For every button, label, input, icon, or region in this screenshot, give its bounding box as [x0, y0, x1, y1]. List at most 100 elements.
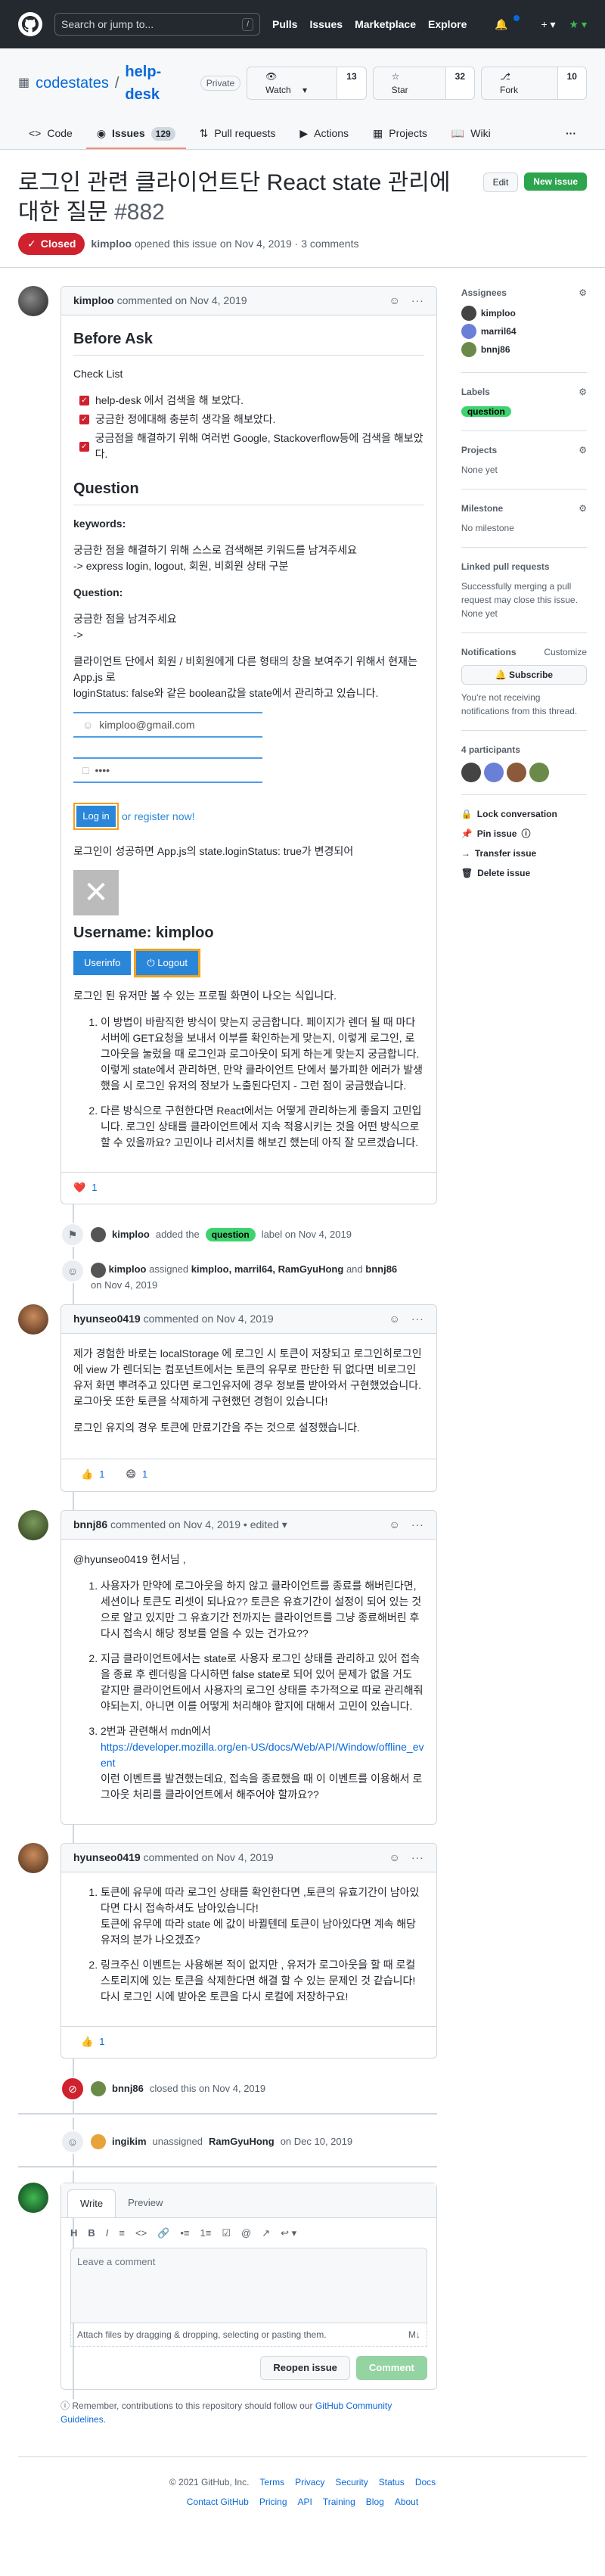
tab-pull-requests[interactable]: ⇅ Pull requests — [189, 120, 287, 149]
code-icon[interactable]: <> — [135, 2226, 147, 2241]
gear-icon[interactable]: ⚙ — [579, 502, 587, 515]
footer-link[interactable]: Status — [379, 2475, 405, 2489]
issue-author[interactable]: kimploo — [91, 238, 132, 250]
event-actor[interactable]: kimploo — [109, 1263, 147, 1275]
kebab-icon[interactable]: ··· — [411, 293, 424, 309]
mention-icon[interactable]: @ — [241, 2226, 251, 2241]
star-count[interactable]: 32 — [445, 67, 475, 99]
footer-link[interactable]: Terms — [259, 2475, 284, 2489]
delete-issue-link[interactable]: 🗑 Delete issue — [461, 866, 587, 880]
watch-button[interactable]: 👁 Watch ▾ 13 — [247, 67, 367, 100]
attach-files-area[interactable]: Attach files by dragging & dropping, sel… — [70, 2323, 427, 2348]
event-actor[interactable]: kimploo — [112, 1227, 150, 1242]
tab-write[interactable]: Write — [67, 2189, 116, 2217]
bold-icon[interactable]: B — [88, 2226, 95, 2241]
avatar[interactable] — [18, 286, 48, 316]
footer-link[interactable]: Contact GitHub — [187, 2495, 249, 2509]
footer-link[interactable]: Training — [323, 2495, 355, 2509]
event-assignees[interactable]: kimploo, marril64, RamGyuHong — [191, 1263, 344, 1275]
footer-link[interactable]: About — [395, 2495, 418, 2509]
transfer-issue-link[interactable]: → Transfer issue — [461, 847, 587, 860]
reaction-thumbs-up[interactable]: 👍 1 — [73, 2034, 112, 2049]
comment-author[interactable]: bnnj86 — [73, 1518, 107, 1530]
event-target[interactable]: RamGyuHong — [209, 2134, 275, 2149]
kebab-icon[interactable]: ··· — [411, 1850, 424, 1866]
nav-explore[interactable]: Explore — [428, 17, 467, 33]
gear-icon[interactable]: ⚙ — [579, 286, 587, 300]
smiley-icon[interactable]: ☺ — [389, 1850, 401, 1866]
reply-icon[interactable]: ↩ ▾ — [281, 2226, 296, 2241]
tab-preview[interactable]: Preview — [116, 2189, 175, 2217]
lock-conversation-link[interactable]: 🔒 Lock conversation — [461, 807, 587, 821]
reopen-issue-button[interactable]: Reopen issue — [260, 2356, 350, 2380]
event-actor[interactable]: bnnj86 — [112, 2081, 144, 2096]
avatar[interactable] — [91, 2134, 106, 2150]
link-icon[interactable]: 🔗 — [157, 2226, 169, 2241]
reaction-thumbs-up[interactable]: 👍 1 — [73, 1467, 112, 1482]
event-actor[interactable]: ingikim — [112, 2134, 147, 2149]
comment-author[interactable]: hyunseo0419 — [73, 1851, 141, 1863]
gear-icon[interactable]: ⚙ — [579, 385, 587, 399]
task-list-icon[interactable]: ☑ — [222, 2226, 231, 2241]
event-assignee-last[interactable]: bnnj86 — [365, 1263, 397, 1275]
github-logo-icon[interactable] — [18, 12, 42, 36]
tab-wiki[interactable]: 📖 Wiki — [441, 120, 501, 149]
smiley-icon[interactable]: ☺ — [389, 1311, 401, 1327]
reaction-heart[interactable]: ❤️ 1 — [73, 1180, 97, 1195]
gear-icon[interactable]: ⚙ — [579, 443, 587, 457]
smiley-icon[interactable]: ☺ — [389, 1517, 401, 1533]
footer-link[interactable]: Docs — [415, 2475, 436, 2489]
nav-issues[interactable]: Issues — [309, 17, 343, 33]
watch-count[interactable]: 13 — [337, 67, 366, 99]
chevron-down-icon[interactable]: ▾ — [282, 1518, 287, 1530]
assignee[interactable]: marril64 — [461, 324, 587, 339]
kebab-icon[interactable]: ··· — [411, 1517, 424, 1533]
comment-author[interactable]: hyunseo0419 — [73, 1313, 141, 1325]
quote-icon[interactable]: ≡ — [119, 2226, 125, 2241]
footer-link[interactable]: Security — [335, 2475, 368, 2489]
edit-title-button[interactable]: Edit — [482, 172, 519, 192]
avatar[interactable] — [18, 1304, 48, 1335]
reaction-smile[interactable]: 😄 1 — [118, 1467, 155, 1482]
ordered-list-icon[interactable]: 1≡ — [200, 2226, 212, 2241]
italic-icon[interactable]: I — [106, 2226, 109, 2241]
tab-code[interactable]: <> Code — [18, 120, 83, 149]
fork-count[interactable]: 10 — [557, 67, 586, 99]
footer-link[interactable]: API — [298, 2495, 312, 2509]
avatar[interactable] — [483, 763, 504, 782]
reference-icon[interactable]: ↗ — [262, 2226, 270, 2241]
avatar[interactable] — [91, 1262, 106, 1278]
bell-icon[interactable]: 🔔 — [495, 17, 507, 33]
search-input[interactable]: Search or jump to... / — [54, 13, 260, 36]
tab-issues[interactable]: ◉ Issues 129 — [85, 120, 186, 149]
footer-link[interactable]: Pricing — [259, 2495, 287, 2509]
pin-issue-link[interactable]: 📌 Pin issue ⓘ — [461, 827, 587, 841]
mdn-link[interactable]: https://developer.mozilla.org/en-US/docs… — [101, 1741, 424, 1769]
tabs-more-button[interactable]: ··· — [555, 120, 587, 149]
avatar-dropdown-icon[interactable]: ★ ▾ — [569, 17, 587, 33]
assignee[interactable]: bnnj86 — [461, 342, 587, 357]
new-issue-button[interactable]: New issue — [524, 172, 587, 191]
nav-marketplace[interactable]: Marketplace — [355, 17, 416, 33]
footer-link[interactable]: Blog — [366, 2495, 384, 2509]
avatar[interactable] — [18, 1842, 48, 1873]
avatar[interactable] — [18, 2183, 48, 2214]
fork-button[interactable]: ⎇ Fork 10 — [481, 67, 587, 100]
nav-pulls[interactable]: Pulls — [272, 17, 297, 33]
assignee[interactable]: kimploo — [461, 306, 587, 321]
smiley-icon[interactable]: ☺ — [389, 293, 401, 309]
comment-textarea[interactable]: Leave a comment — [70, 2248, 427, 2324]
subscribe-button[interactable]: 🔔 Subscribe — [461, 665, 587, 685]
avatar[interactable] — [18, 1509, 48, 1540]
label-badge[interactable]: question — [205, 1228, 256, 1241]
kebab-icon[interactable]: ··· — [411, 1311, 424, 1327]
tab-projects[interactable]: ▦ Projects — [362, 120, 438, 149]
heading-icon[interactable]: H — [70, 2226, 77, 2241]
comment-button[interactable]: Comment — [355, 2356, 427, 2380]
star-button[interactable]: ☆ Star 32 — [372, 67, 476, 100]
comment-author[interactable]: kimploo — [73, 294, 114, 306]
label-badge[interactable]: question — [461, 406, 511, 417]
avatar[interactable] — [461, 763, 481, 782]
repo-name-link[interactable]: help-desk — [125, 61, 189, 106]
repo-owner-link[interactable]: codestates — [36, 72, 109, 95]
